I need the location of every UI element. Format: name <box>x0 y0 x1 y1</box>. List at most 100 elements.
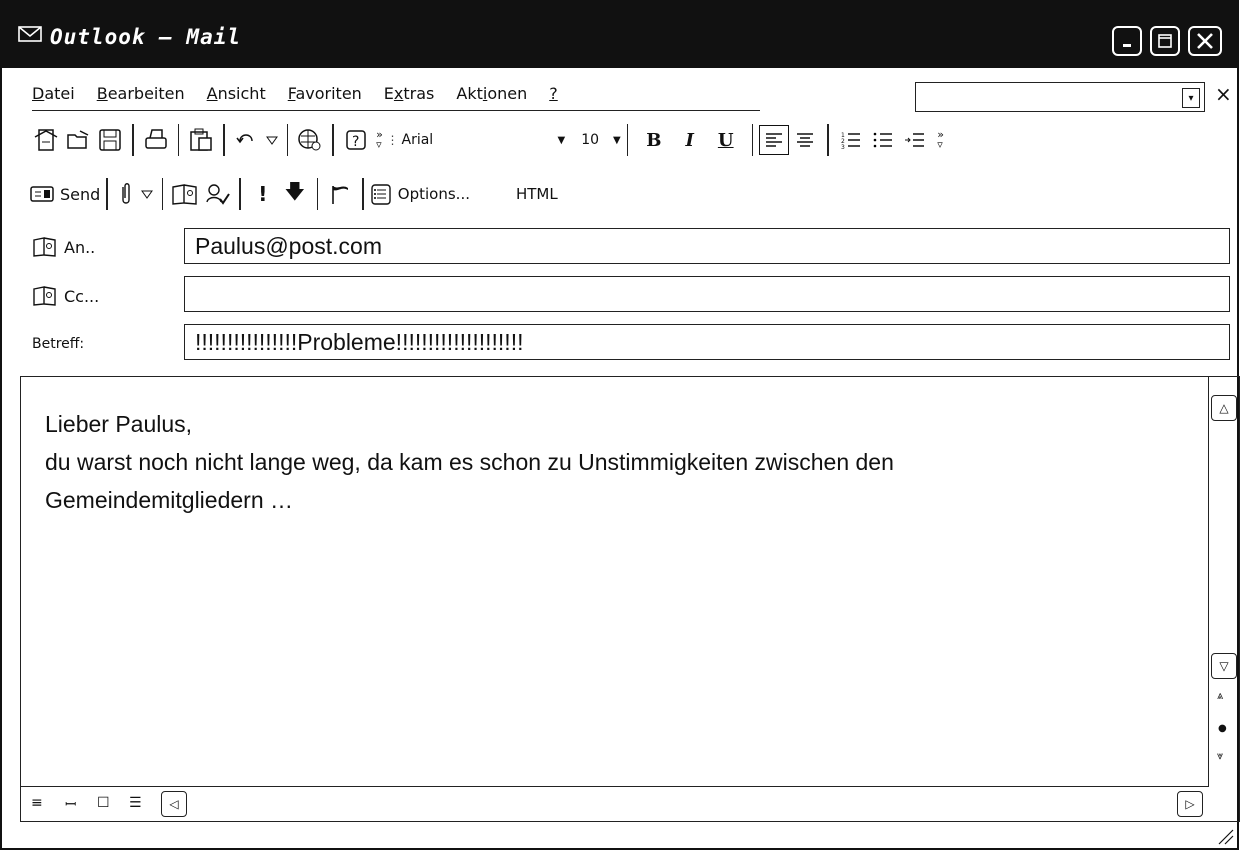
menu-datei[interactable]: Datei <box>32 84 75 110</box>
menu-extras[interactable]: Extras <box>384 84 435 110</box>
scroll-right-icon[interactable]: ▷ <box>1177 791 1203 817</box>
cc-button[interactable]: Cc... <box>32 285 99 307</box>
body-line: Gemeindemitgliedern … <box>45 487 294 513</box>
toolbar-overflow-icon[interactable]: » ▿ <box>372 124 388 156</box>
attach-paperclip-icon[interactable] <box>114 178 138 210</box>
cc-field[interactable] <box>184 276 1230 312</box>
outline-view-icon[interactable]: ☰ <box>129 795 142 811</box>
options-button[interactable]: Options... <box>370 182 470 206</box>
font-name-select[interactable]: Arial <box>402 132 552 148</box>
subject-label: Betreff: <box>32 336 85 352</box>
body-line: du warst noch nicht lange weg, da kam es… <box>45 449 894 475</box>
numbered-list-icon[interactable]: 123 <box>835 124 867 156</box>
address-book-globe-icon[interactable] <box>294 124 326 156</box>
resize-grip-icon[interactable] <box>1215 826 1235 846</box>
toolbar-grip-icon: ⋮ <box>386 133 399 147</box>
to-field[interactable]: Paulus@post.com <box>184 228 1230 264</box>
options-icon <box>371 184 391 205</box>
undo-icon[interactable] <box>231 124 263 156</box>
print-icon[interactable] <box>140 124 172 156</box>
browse-object-icon[interactable]: ● <box>1218 723 1227 734</box>
scroll-up-icon[interactable]: △ <box>1211 395 1237 421</box>
message-body-text[interactable]: Lieber Paulus, du warst noch nicht lange… <box>45 405 1195 519</box>
title-bar: Outlook – Mail <box>2 2 1237 68</box>
bold-button[interactable]: B <box>646 130 661 151</box>
scroll-left-icon[interactable]: ◁ <box>161 791 187 817</box>
send-button[interactable]: Send <box>30 184 100 204</box>
message-body-area[interactable]: Lieber Paulus, du warst noch nicht lange… <box>20 376 1240 822</box>
address-book-icon <box>33 237 56 257</box>
toolbar-separator <box>161 178 164 210</box>
toolbar-separator <box>286 124 288 156</box>
maximize-button[interactable] <box>1150 26 1180 56</box>
previous-item-icon[interactable]: ⩓ <box>1217 689 1223 703</box>
vertical-scrollbar[interactable]: △ ▽ ⩓ ● ⩔ <box>1208 377 1239 787</box>
flag-icon[interactable] <box>324 178 356 210</box>
window-title: Outlook – Mail <box>50 24 242 49</box>
scroll-down-icon[interactable]: ▽ <box>1211 653 1237 679</box>
toolbar-separator <box>106 178 108 210</box>
menu-help[interactable]: ? <box>549 84 558 110</box>
align-center-icon[interactable] <box>789 124 821 156</box>
toolbar-separator <box>239 178 241 210</box>
font-size-select[interactable]: 10 <box>581 132 599 148</box>
address-book-icon[interactable] <box>169 178 201 210</box>
chevron-down-icon[interactable]: ▾ <box>1182 88 1200 108</box>
paste-icon[interactable] <box>185 124 217 156</box>
normal-view-icon[interactable]: ≡ <box>31 795 43 811</box>
save-icon[interactable] <box>94 124 126 156</box>
help-search-input[interactable]: ▾ <box>915 82 1205 112</box>
high-importance-icon[interactable]: ! <box>247 178 279 210</box>
underline-button[interactable]: U <box>718 130 734 151</box>
toolbar-overflow-icon[interactable]: » ▿ <box>931 124 951 156</box>
send-toolbar: Send ! 🡇 Options... HTML <box>30 174 558 214</box>
svg-text:?: ? <box>352 134 359 150</box>
open-folder-icon[interactable] <box>62 124 94 156</box>
help-icon[interactable]: ? <box>340 124 372 156</box>
horizontal-scrollbar[interactable]: ≡ ꟷ ☐ ☰ ◁ ▷ <box>21 786 1209 821</box>
check-names-icon[interactable] <box>201 178 233 210</box>
bullet-list-icon[interactable] <box>867 124 899 156</box>
italic-button[interactable]: I <box>685 130 693 151</box>
toolbar-separator <box>223 124 225 156</box>
subject-field[interactable]: !!!!!!!!!!!!!!!!Probleme!!!!!!!!!!!!!!!!… <box>184 324 1230 360</box>
toolbar-separator <box>177 124 179 156</box>
minimize-button[interactable] <box>1112 26 1142 56</box>
new-mail-icon[interactable] <box>30 124 62 156</box>
indent-icon[interactable] <box>899 124 931 156</box>
toolbar-separator <box>626 124 629 156</box>
close-button[interactable] <box>1188 26 1222 56</box>
menu-close-button[interactable]: × <box>1215 82 1232 106</box>
html-format-indicator[interactable]: HTML <box>516 185 558 203</box>
menu-aktionen[interactable]: Aktionen <box>456 84 527 110</box>
print-layout-icon[interactable]: ☐ <box>97 795 110 811</box>
body-greeting: Lieber Paulus, <box>45 411 193 437</box>
align-left-icon[interactable] <box>759 125 790 155</box>
address-book-icon <box>33 286 56 306</box>
low-importance-arrow-icon[interactable]: 🡇 <box>279 178 311 210</box>
send-icon <box>30 186 54 202</box>
menu-bearbeiten[interactable]: Bearbeiten <box>97 84 185 110</box>
web-layout-icon[interactable]: ꟷ <box>65 795 76 814</box>
cc-label: Cc... <box>64 286 100 306</box>
menu-bar: Datei Bearbeiten Ansicht Favoriten Extra… <box>32 84 760 111</box>
format-toolbar: ? » ▿ ⋮ Arial ▼ 10 ▼ B I U 123 » ▿ <box>30 120 951 160</box>
toolbar-separator <box>362 178 364 210</box>
to-button[interactable]: An.. <box>32 236 95 258</box>
menu-favoriten[interactable]: Favoriten <box>288 84 362 110</box>
toolbar-separator <box>132 124 134 156</box>
attach-dropdown-icon[interactable] <box>138 178 156 210</box>
undo-dropdown-icon[interactable] <box>263 124 281 156</box>
toolbar-separator <box>751 124 754 156</box>
toolbar-separator <box>316 178 319 210</box>
outlook-window: Outlook – Mail Datei Bearbeiten Ansicht … <box>0 0 1240 850</box>
svg-text:3: 3 <box>841 144 845 150</box>
mail-envelope-icon <box>18 24 44 49</box>
next-item-icon[interactable]: ⩔ <box>1217 749 1223 763</box>
font-dropdown-icon[interactable]: ▼ <box>558 135 566 146</box>
menu-ansicht[interactable]: Ansicht <box>207 84 266 110</box>
to-label: An.. <box>64 237 96 257</box>
size-dropdown-icon[interactable]: ▼ <box>613 135 621 146</box>
toolbar-separator <box>827 124 829 156</box>
toolbar-separator <box>332 124 334 156</box>
